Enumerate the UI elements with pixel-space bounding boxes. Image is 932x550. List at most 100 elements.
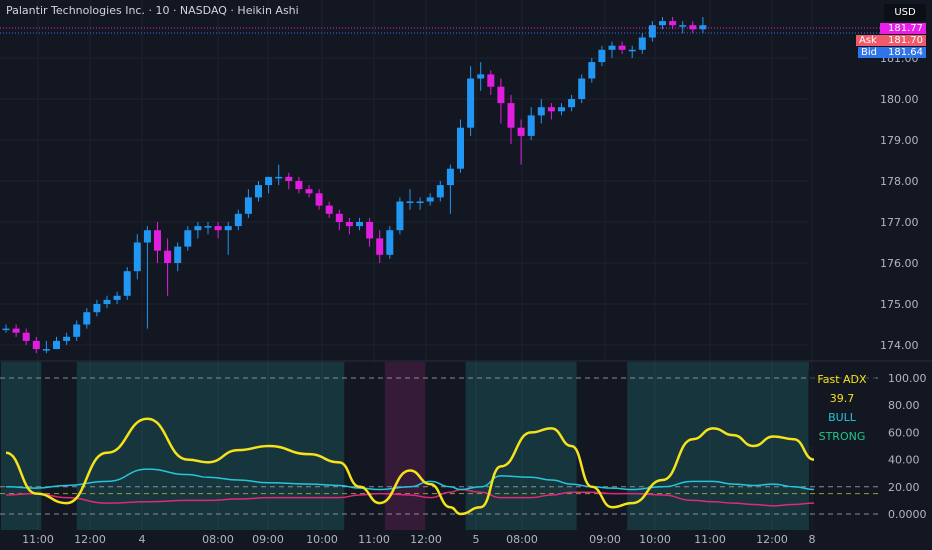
time-tick: 10:00 [306, 533, 338, 546]
price-tick: 179.00 [880, 134, 919, 147]
indicator-strength: STRONG [818, 430, 866, 443]
candle-body [93, 304, 101, 313]
candle-body [265, 176, 273, 186]
candle-body [659, 21, 666, 26]
indicator-panel: Fast ADX 39.7 BULL STRONG [808, 370, 876, 446]
candle-body [598, 49, 606, 63]
candle-body [356, 222, 363, 227]
candle-body [184, 230, 192, 247]
candle-body [366, 222, 374, 239]
candle-body [204, 226, 212, 228]
candle-body [547, 107, 555, 112]
price-tick: 178.00 [880, 175, 919, 188]
candle-body [578, 78, 586, 99]
candle-body [497, 86, 505, 104]
time-tick: 11:00 [694, 533, 726, 546]
candle-body [83, 312, 91, 325]
candle-body [426, 197, 434, 202]
price-chart[interactable]: 181.00180.00179.00178.00177.00176.00175.… [0, 0, 932, 550]
time-tick: 12:00 [74, 533, 106, 546]
candle-body [537, 107, 545, 116]
osc-tick: 60.00 [888, 426, 920, 439]
last-price-tag: 181.77 [880, 23, 926, 34]
time-tick: 8 [809, 533, 816, 546]
zone-bull [465, 362, 577, 530]
osc-tick: 80.00 [888, 399, 920, 412]
candle-body [285, 176, 293, 181]
time-tick: 08:00 [506, 533, 538, 546]
time-tick: 10:00 [639, 533, 671, 546]
candle-body [507, 103, 515, 128]
candle-body [679, 25, 687, 27]
time-tick: 09:00 [252, 533, 284, 546]
time-tick: 11:00 [358, 533, 390, 546]
candle-body [234, 213, 242, 227]
candle-body [517, 127, 525, 136]
candle-body [214, 226, 222, 231]
candle-body [608, 45, 616, 50]
time-tick: 09:00 [589, 533, 621, 546]
candle-body [113, 295, 121, 300]
candle-body [224, 226, 232, 231]
price-tick: 175.00 [880, 298, 919, 311]
candle-body [12, 328, 20, 333]
time-tick: 08:00 [202, 533, 234, 546]
zone-bull [1, 362, 42, 530]
candle-body [416, 201, 424, 203]
price-tick: 174.00 [880, 339, 919, 352]
bid-price-tag: 181.64 [880, 47, 926, 58]
candle-body [53, 340, 60, 350]
candle-body [457, 127, 464, 169]
candle-body [174, 246, 182, 263]
osc-tick: 100.00 [888, 372, 927, 385]
currency-button[interactable]: USD [884, 4, 926, 21]
candle-body [588, 62, 596, 79]
candle-body [73, 324, 81, 337]
candle-body [648, 25, 656, 38]
time-tick: 5 [473, 533, 480, 546]
candle-body [2, 328, 10, 331]
indicator-value: 39.7 [829, 392, 855, 405]
osc-tick: 20.00 [888, 481, 920, 494]
candle-body [143, 230, 151, 243]
candle-body [325, 205, 333, 214]
candle-body [477, 74, 485, 79]
indicator-direction: BULL [828, 411, 856, 424]
candle-body [315, 193, 323, 206]
candle-body [164, 250, 172, 263]
osc-tick: 40.00 [888, 454, 920, 467]
candle-body [638, 37, 646, 50]
candle-body [255, 185, 262, 198]
candle-body [628, 49, 636, 52]
time-tick: 11:00 [22, 533, 54, 546]
time-tick: 12:00 [756, 533, 788, 546]
price-tick: 176.00 [880, 257, 919, 270]
candle-body [446, 168, 454, 186]
indicator-name: Fast ADX [817, 373, 867, 386]
candle-body [42, 349, 50, 351]
candle-body [22, 332, 30, 341]
candle-body [699, 25, 707, 30]
candle-body [154, 230, 161, 251]
candle-body [335, 213, 343, 222]
candle-body [527, 115, 535, 136]
zone-neutral [41, 362, 77, 530]
candle-body [669, 21, 677, 26]
candle-body [305, 189, 313, 194]
ask-price-tag: 181.70 [880, 35, 926, 46]
candle-body [386, 230, 394, 255]
candle-body [618, 45, 626, 50]
candle-body [406, 201, 414, 203]
price-tick: 177.00 [880, 216, 919, 229]
candle-body [275, 176, 283, 179]
candle-body [32, 340, 40, 350]
symbol-title[interactable]: Palantir Technologies Inc. · 10 · NASDAQ… [6, 4, 299, 17]
candle-body [436, 185, 444, 198]
candle-body [558, 107, 565, 112]
candle-body [194, 226, 202, 231]
candle-body [63, 336, 71, 341]
ask-label: Ask [856, 35, 880, 46]
candle-body [295, 181, 303, 190]
zone-bear [384, 362, 426, 530]
time-tick: 4 [139, 533, 146, 546]
